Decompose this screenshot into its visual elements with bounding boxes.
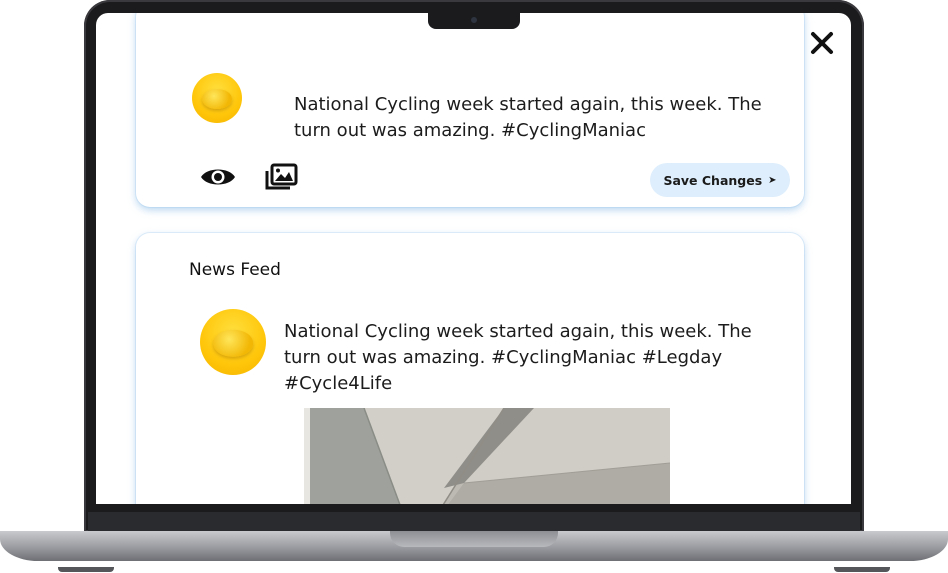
- eye-icon: [201, 169, 235, 185]
- save-changes-label: Save Changes: [663, 172, 763, 188]
- post-author-avatar[interactable]: [200, 309, 266, 375]
- add-media-button[interactable]: [264, 163, 298, 191]
- preview-button[interactable]: [199, 165, 237, 189]
- news-feed-title: News Feed: [189, 260, 281, 280]
- camera-lens: [471, 17, 477, 23]
- architecture-photo: [304, 408, 670, 504]
- news-feed-card: News Feed National Cycling week started …: [136, 233, 804, 504]
- lemon-image: [202, 89, 232, 109]
- laptop-foot-left: [58, 567, 114, 572]
- laptop-screen: National Cycling week started again, thi…: [96, 13, 851, 504]
- laptop-thumb-notch: [390, 531, 558, 547]
- post-text: National Cycling week started again, thi…: [284, 321, 752, 394]
- post-editor-card: National Cycling week started again, thi…: [136, 13, 804, 207]
- lemon-image: [213, 330, 253, 357]
- arrow-right-icon: ➤: [768, 174, 777, 186]
- camera-notch: [428, 13, 520, 29]
- image-gallery-icon: [265, 163, 298, 190]
- save-changes-button[interactable]: Save Changes ➤: [650, 163, 790, 197]
- laptop-bezel-bottom: [88, 512, 860, 532]
- laptop-foot-right: [834, 567, 890, 572]
- post-image[interactable]: [304, 408, 670, 504]
- close-button[interactable]: [809, 30, 835, 56]
- close-icon: [811, 32, 833, 54]
- post-editor-text[interactable]: National Cycling week started again, thi…: [294, 92, 774, 144]
- user-avatar: [192, 73, 242, 123]
